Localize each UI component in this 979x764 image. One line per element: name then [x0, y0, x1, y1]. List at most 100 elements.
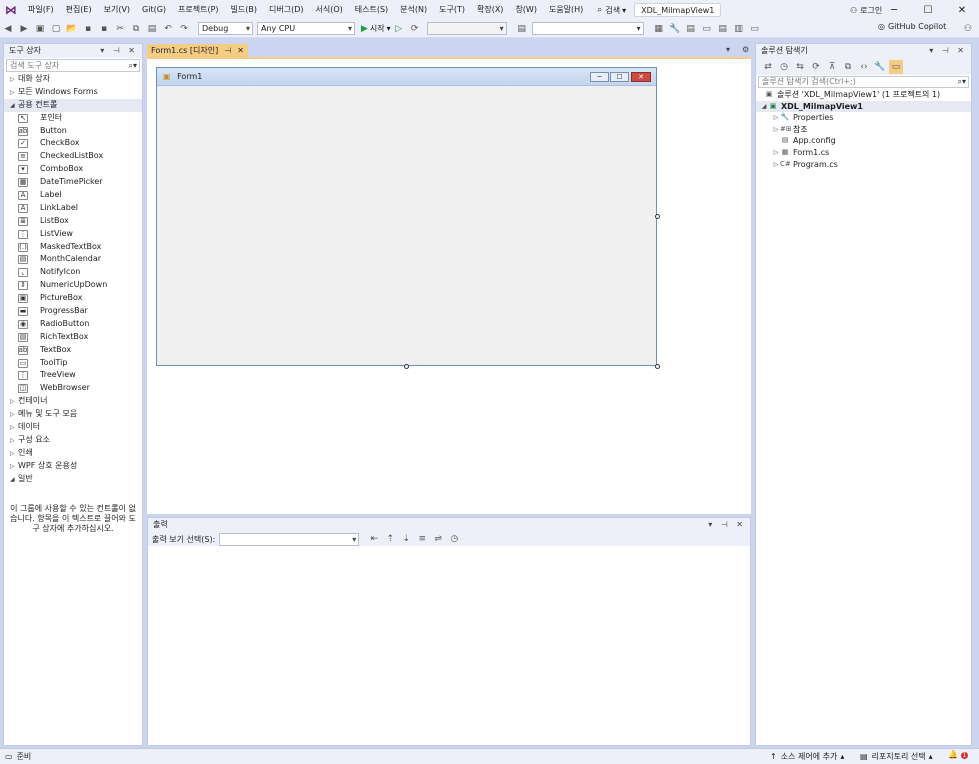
toolbox-group[interactable]: ▷ 데이터 — [4, 421, 142, 434]
pin-icon[interactable]: ⊣ — [224, 44, 231, 57]
solution-node[interactable]: ▷ #⊞ 참조 — [756, 124, 971, 136]
panel-controls[interactable]: ▾ ⊣ ✕ — [929, 44, 967, 58]
toolbox-item[interactable]: A LinkLabel — [4, 202, 142, 215]
toolbox-item[interactable]: ⇕ NumericUpDown — [4, 279, 142, 292]
solution-node[interactable]: ▷ ▦ Form1.cs — [756, 147, 971, 159]
toolbox-item[interactable]: ◫ WebBrowser — [4, 382, 142, 395]
toolbox-item[interactable]: ▦ DateTimePicker — [4, 176, 142, 189]
toolbox-group[interactable]: ▷ 메뉴 및 도구 모음 — [4, 408, 142, 421]
settings-icon[interactable]: ⚙ — [742, 45, 749, 54]
toolbox-item[interactable]: ⋮ ListView — [4, 228, 142, 241]
add-item-icon[interactable]: ▢ — [49, 22, 63, 36]
toolbox-item[interactable]: A Label — [4, 189, 142, 202]
menu-item[interactable]: 파일(F) — [22, 0, 60, 20]
switch-view-icon[interactable]: ⇄ — [761, 60, 775, 74]
toolbox-item[interactable]: ▣ PictureBox — [4, 292, 142, 305]
collapse-all-icon[interactable]: ⊼ — [825, 60, 839, 74]
resize-handle-corner[interactable] — [655, 364, 660, 369]
form-caption-bar[interactable]: ▣ Form1 ─ ☐ ✕ — [157, 68, 656, 86]
form-designer-window[interactable]: ▣ Form1 ─ ☐ ✕ — [156, 67, 657, 366]
toolbox-search-input[interactable]: 검색 도구 상자 ⌕▾ — [6, 59, 140, 72]
collapsed-icon[interactable]: ▷ — [772, 124, 780, 136]
find-icon[interactable]: ▤ — [515, 22, 529, 36]
collapsed-icon[interactable]: ▷ — [772, 147, 780, 159]
sync-icon[interactable]: ⇆ — [793, 60, 807, 74]
toolbox-group[interactable]: ▷ 컨테이너 — [4, 395, 142, 408]
toolbox-item[interactable]: ⋮ TreeView — [4, 369, 142, 382]
toolbox-item[interactable]: ≡ CheckedListBox — [4, 150, 142, 163]
toolbox-item[interactable]: ▭ ToolTip — [4, 357, 142, 370]
resize-handle-bottom[interactable] — [404, 364, 409, 369]
menu-item[interactable]: 창(W) — [509, 0, 543, 20]
start-without-debug-icon[interactable]: ▷ — [392, 22, 406, 36]
start-button[interactable]: ▶ 시작 ▾ — [361, 23, 391, 34]
output-source-select[interactable] — [219, 532, 360, 546]
config-select[interactable]: Debug — [198, 22, 253, 35]
collapsed-icon[interactable]: ▷ — [772, 112, 780, 124]
select-repository-button[interactable]: ▤ 리포지토리 선택 ▴ — [860, 751, 933, 762]
toolbox-item[interactable]: ↖ 포인터 — [4, 112, 142, 125]
collapsed-icon[interactable]: ▷ — [772, 159, 780, 171]
platform-select[interactable]: Any CPU — [257, 22, 355, 35]
close-icon[interactable]: ✕ — [945, 5, 979, 16]
toolbox-icon[interactable]: ▤ — [684, 22, 698, 36]
toolbox-group[interactable]: ▷ 모든 Windows Forms — [4, 86, 142, 99]
forward-icon[interactable]: ▶ — [17, 22, 31, 36]
menu-item[interactable]: 빌드(B) — [225, 0, 263, 20]
solution-node[interactable]: ▷ 🔧 Properties — [756, 112, 971, 124]
toolbox-item[interactable]: ≣ ListBox — [4, 215, 142, 228]
toolbox-item[interactable]: (.) MaskedTextBox — [4, 241, 142, 254]
new-project-icon[interactable]: ▣ — [33, 22, 47, 36]
next-message-icon[interactable]: ⇣ — [399, 532, 413, 546]
menu-item[interactable]: Git(G) — [136, 0, 172, 20]
tab-form1-designer[interactable]: Form1.cs [디자인] ⊣ ✕ — [147, 44, 248, 57]
add-to-source-control-button[interactable]: ↑ 소스 제어에 추가 ▴ — [770, 751, 844, 762]
refresh-icon[interactable]: ⟳ — [809, 60, 823, 74]
undo-icon[interactable]: ↶ — [161, 22, 175, 36]
tab-list-dropdown[interactable]: ▾ — [726, 45, 730, 54]
cut-icon[interactable]: ✂ — [113, 22, 127, 36]
paste-icon[interactable]: ▤ — [145, 22, 159, 36]
clock-icon[interactable]: ◷ — [447, 532, 461, 546]
search-button[interactable]: ⌕ 검색 ▾ — [597, 5, 626, 16]
menu-item[interactable]: 디버그(D) — [263, 0, 309, 20]
save-all-icon[interactable]: ▪ — [97, 22, 111, 36]
toolbox-item[interactable]: ▤ RichTextBox — [4, 331, 142, 344]
hot-reload-icon[interactable]: ⟳ — [408, 22, 422, 36]
maximize-icon[interactable]: ☐ — [911, 5, 945, 16]
toolbox-group-common[interactable]: ◢ 공용 컨트롤 — [4, 98, 142, 112]
properties-icon[interactable]: 🔧 — [873, 60, 887, 74]
toolbox-group-general[interactable]: ◢ 일반 — [4, 473, 142, 486]
preview-icon[interactable]: ▭ — [889, 59, 903, 74]
toolbox-item[interactable]: ✓ CheckBox — [4, 137, 142, 150]
solution-search-input[interactable]: 솔루션 탐색기 검색(Ctrl+;) ⌕▾ — [758, 76, 969, 88]
solution-node[interactable]: ▤ App.config — [756, 135, 971, 147]
resize-handle-right[interactable] — [655, 214, 660, 219]
server-icon[interactable]: ▭ — [700, 22, 714, 36]
toolbox-group[interactable]: ▷ 인쇄 — [4, 447, 142, 460]
goto-error-icon[interactable]: ⇤ — [367, 532, 381, 546]
toolbox-item[interactable]: ▾ ComboBox — [4, 163, 142, 176]
toolbox-item[interactable]: ab Button — [4, 125, 142, 138]
history-icon[interactable]: ◷ — [777, 60, 791, 74]
menu-item[interactable]: 확장(X) — [471, 0, 509, 20]
toolbox-group[interactable]: ▷ WPF 상호 운용성 — [4, 460, 142, 473]
solution-root-node[interactable]: ▣ 솔루션 'XDL_MilmapView1' (1 프로젝트의 1) — [756, 89, 971, 101]
github-copilot-button[interactable]: ◎ GitHub Copilot — [878, 22, 946, 31]
toolbox-item[interactable]: ◉ RadioButton — [4, 318, 142, 331]
toolbox-item[interactable]: ▬ ProgressBar — [4, 305, 142, 318]
toolbox-item[interactable]: ▤ MonthCalendar — [4, 253, 142, 266]
view-code-icon[interactable]: ‹› — [857, 60, 871, 74]
menu-item[interactable]: 서식(O) — [310, 0, 349, 20]
menu-item[interactable]: 도구(T) — [433, 0, 471, 20]
minimize-icon[interactable]: ─ — [877, 5, 911, 16]
size-icon[interactable]: ▭ — [748, 22, 762, 36]
notifications-button[interactable]: 🔔 1 — [948, 750, 969, 759]
layout-icon[interactable]: ▦ — [652, 22, 666, 36]
properties-icon[interactable]: 🔧 — [668, 22, 682, 36]
menu-item[interactable]: 도움말(H) — [543, 0, 589, 20]
open-icon[interactable]: 📂 — [65, 22, 79, 36]
people-icon[interactable]: ⚇ — [961, 22, 975, 36]
toolbox-group[interactable]: ▷ 구성 요소 — [4, 434, 142, 447]
align-icon[interactable]: ▥ — [732, 22, 746, 36]
